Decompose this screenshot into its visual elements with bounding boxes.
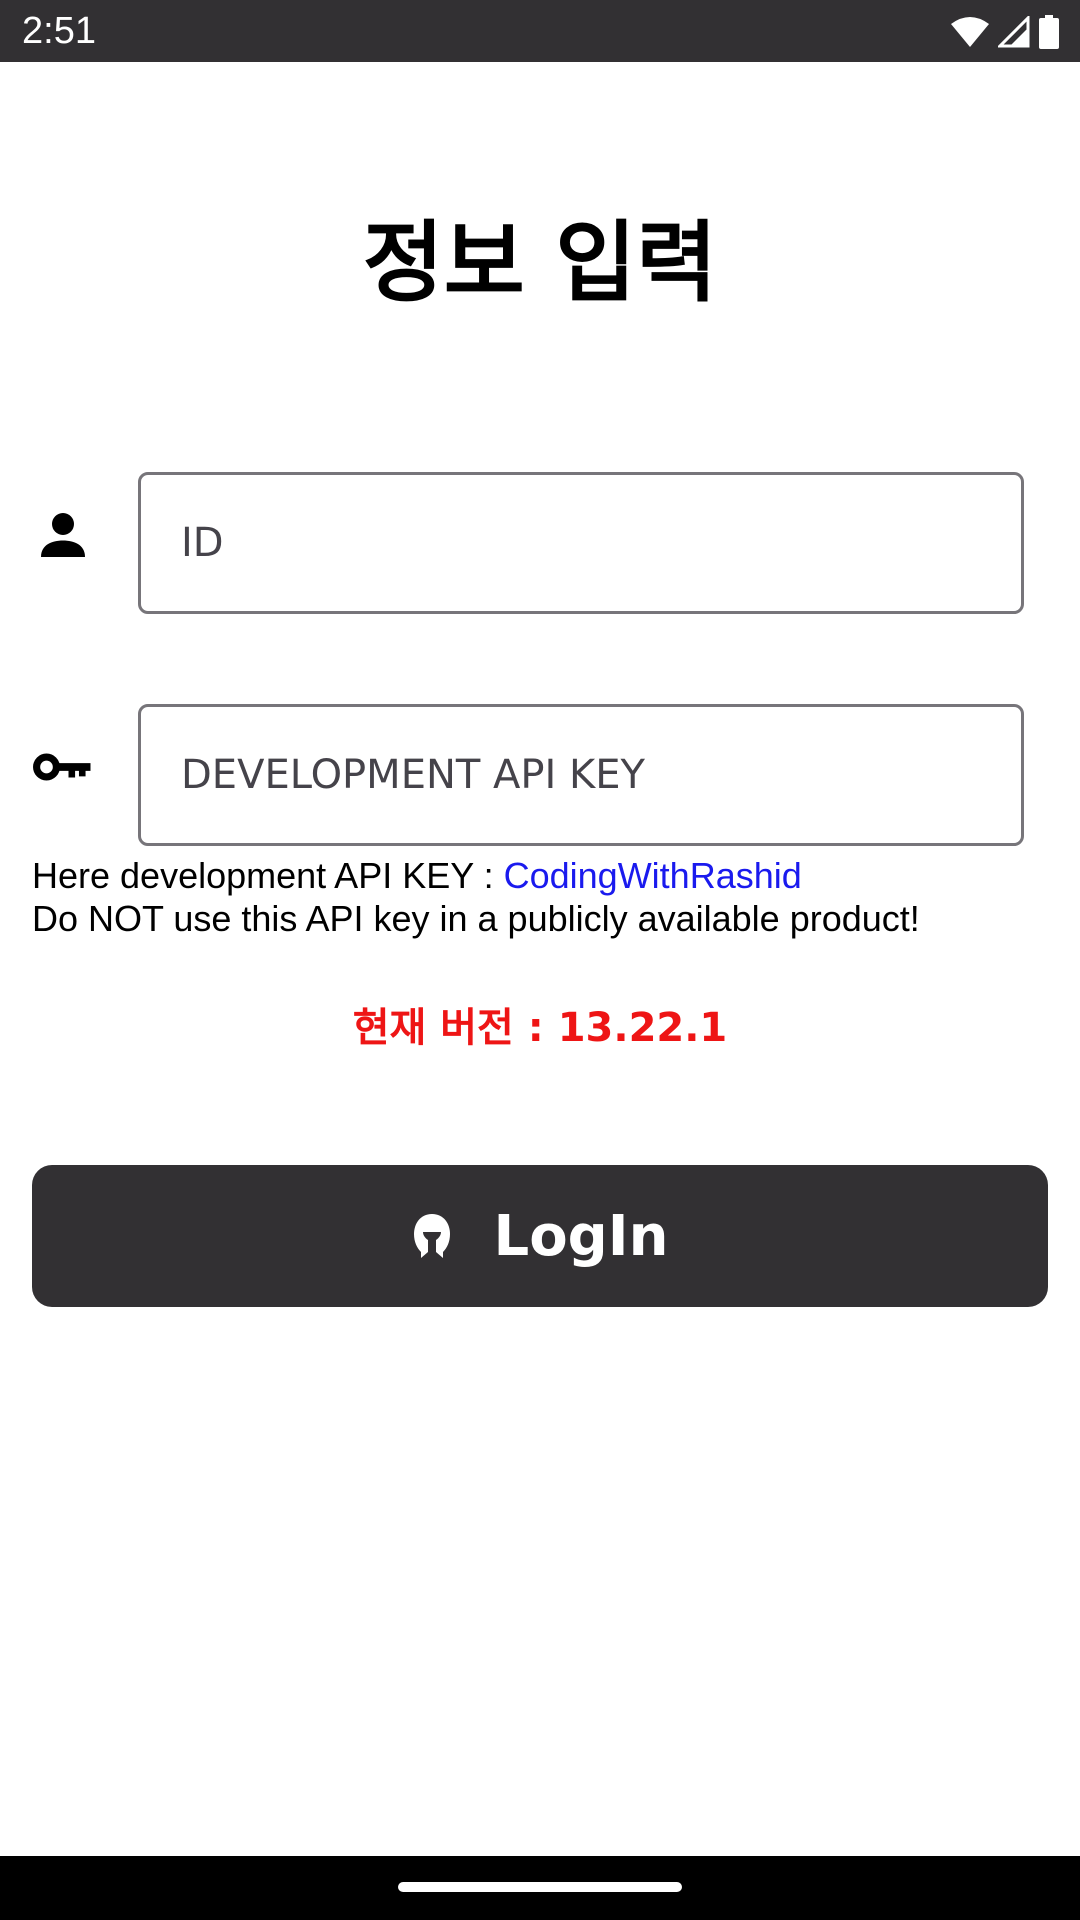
wifi-icon <box>950 16 990 48</box>
battery-icon <box>1038 15 1060 49</box>
helmet-icon <box>412 1212 452 1260</box>
id-input[interactable] <box>138 472 1024 614</box>
login-button-label: LogIn <box>493 1203 669 1269</box>
status-bar: 2:51 <box>0 0 1080 62</box>
login-button[interactable]: LogIn <box>32 1165 1048 1307</box>
api-key-input[interactable] <box>138 704 1024 846</box>
key-icon <box>30 734 96 800</box>
api-key-link[interactable]: CodingWithRashid <box>504 855 802 896</box>
cell-signal-icon <box>998 16 1030 48</box>
helper-prefix: Here development API KEY : <box>32 855 504 896</box>
login-screen: 2:51 정보 입력 ID DEVELOPMENT API KEY Here d… <box>0 0 1080 1920</box>
page-title: 정보 입력 <box>362 211 718 314</box>
status-time: 2:51 <box>22 10 96 52</box>
home-handle[interactable] <box>398 1882 682 1892</box>
status-icons <box>950 12 1060 52</box>
navigation-bar <box>0 1856 1080 1920</box>
version-label: 현재 버전 : 13.22.1 <box>352 1005 728 1051</box>
api-key-helper: Here development API KEY : CodingWithRas… <box>32 854 1052 940</box>
person-icon <box>30 502 96 568</box>
helper-line-2: Do NOT use this API key in a publicly av… <box>32 898 920 939</box>
helper-line-1: Here development API KEY : CodingWithRas… <box>32 854 1052 897</box>
